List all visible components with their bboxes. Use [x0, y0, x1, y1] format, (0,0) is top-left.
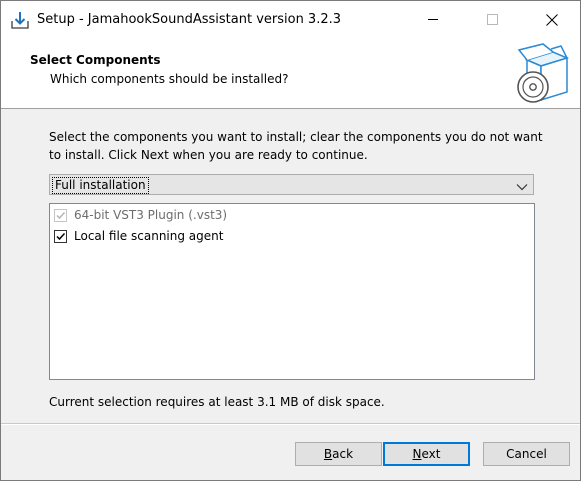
back-button-label: Back — [323, 447, 354, 461]
page-title: Select Components — [30, 53, 161, 67]
next-button-label: Next — [412, 447, 441, 461]
footer-divider — [1, 423, 580, 425]
component-label: Local file scanning agent — [74, 229, 224, 243]
title-bar[interactable]: Setup - JamahookSoundAssistant version 3… — [1, 1, 580, 38]
components-list: 64-bit VST3 Plugin (.vst3) Local file sc… — [49, 203, 535, 380]
checkbox-checked-disabled — [54, 208, 67, 222]
component-label: 64-bit VST3 Plugin (.vst3) — [74, 208, 228, 222]
page-subtitle: Which components should be installed? — [50, 72, 289, 86]
setup-window: Setup - JamahookSoundAssistant version 3… — [0, 0, 581, 481]
installation-type-value: Full installation — [52, 177, 149, 194]
installation-type-dropdown[interactable]: Full installation — [49, 174, 534, 195]
close-icon — [546, 13, 558, 26]
window-title: Setup - JamahookSoundAssistant version 3… — [37, 12, 342, 27]
setup-download-icon — [10, 10, 30, 30]
software-box-disc-icon — [513, 42, 570, 104]
maximize-button — [469, 1, 515, 38]
component-item-vst3: 64-bit VST3 Plugin (.vst3) — [54, 206, 227, 224]
minimize-icon — [427, 14, 439, 25]
minimize-button[interactable] — [410, 1, 456, 38]
cancel-button[interactable]: Cancel — [483, 442, 570, 466]
back-button[interactable]: Back — [295, 442, 382, 466]
checkbox-checked[interactable] — [54, 229, 67, 243]
next-button[interactable]: Next — [383, 442, 470, 466]
disk-space-text: Current selection requires at least 3.1 … — [49, 395, 385, 409]
instructions-text: Select the components you want to instal… — [49, 130, 543, 162]
wizard-header: Select Components Which components shoul… — [1, 38, 580, 109]
chevron-down-icon — [516, 180, 528, 194]
component-item-scanning-agent[interactable]: Local file scanning agent — [54, 227, 223, 245]
close-button[interactable] — [529, 1, 575, 38]
cancel-button-label: Cancel — [506, 447, 547, 461]
maximize-icon — [486, 14, 498, 25]
